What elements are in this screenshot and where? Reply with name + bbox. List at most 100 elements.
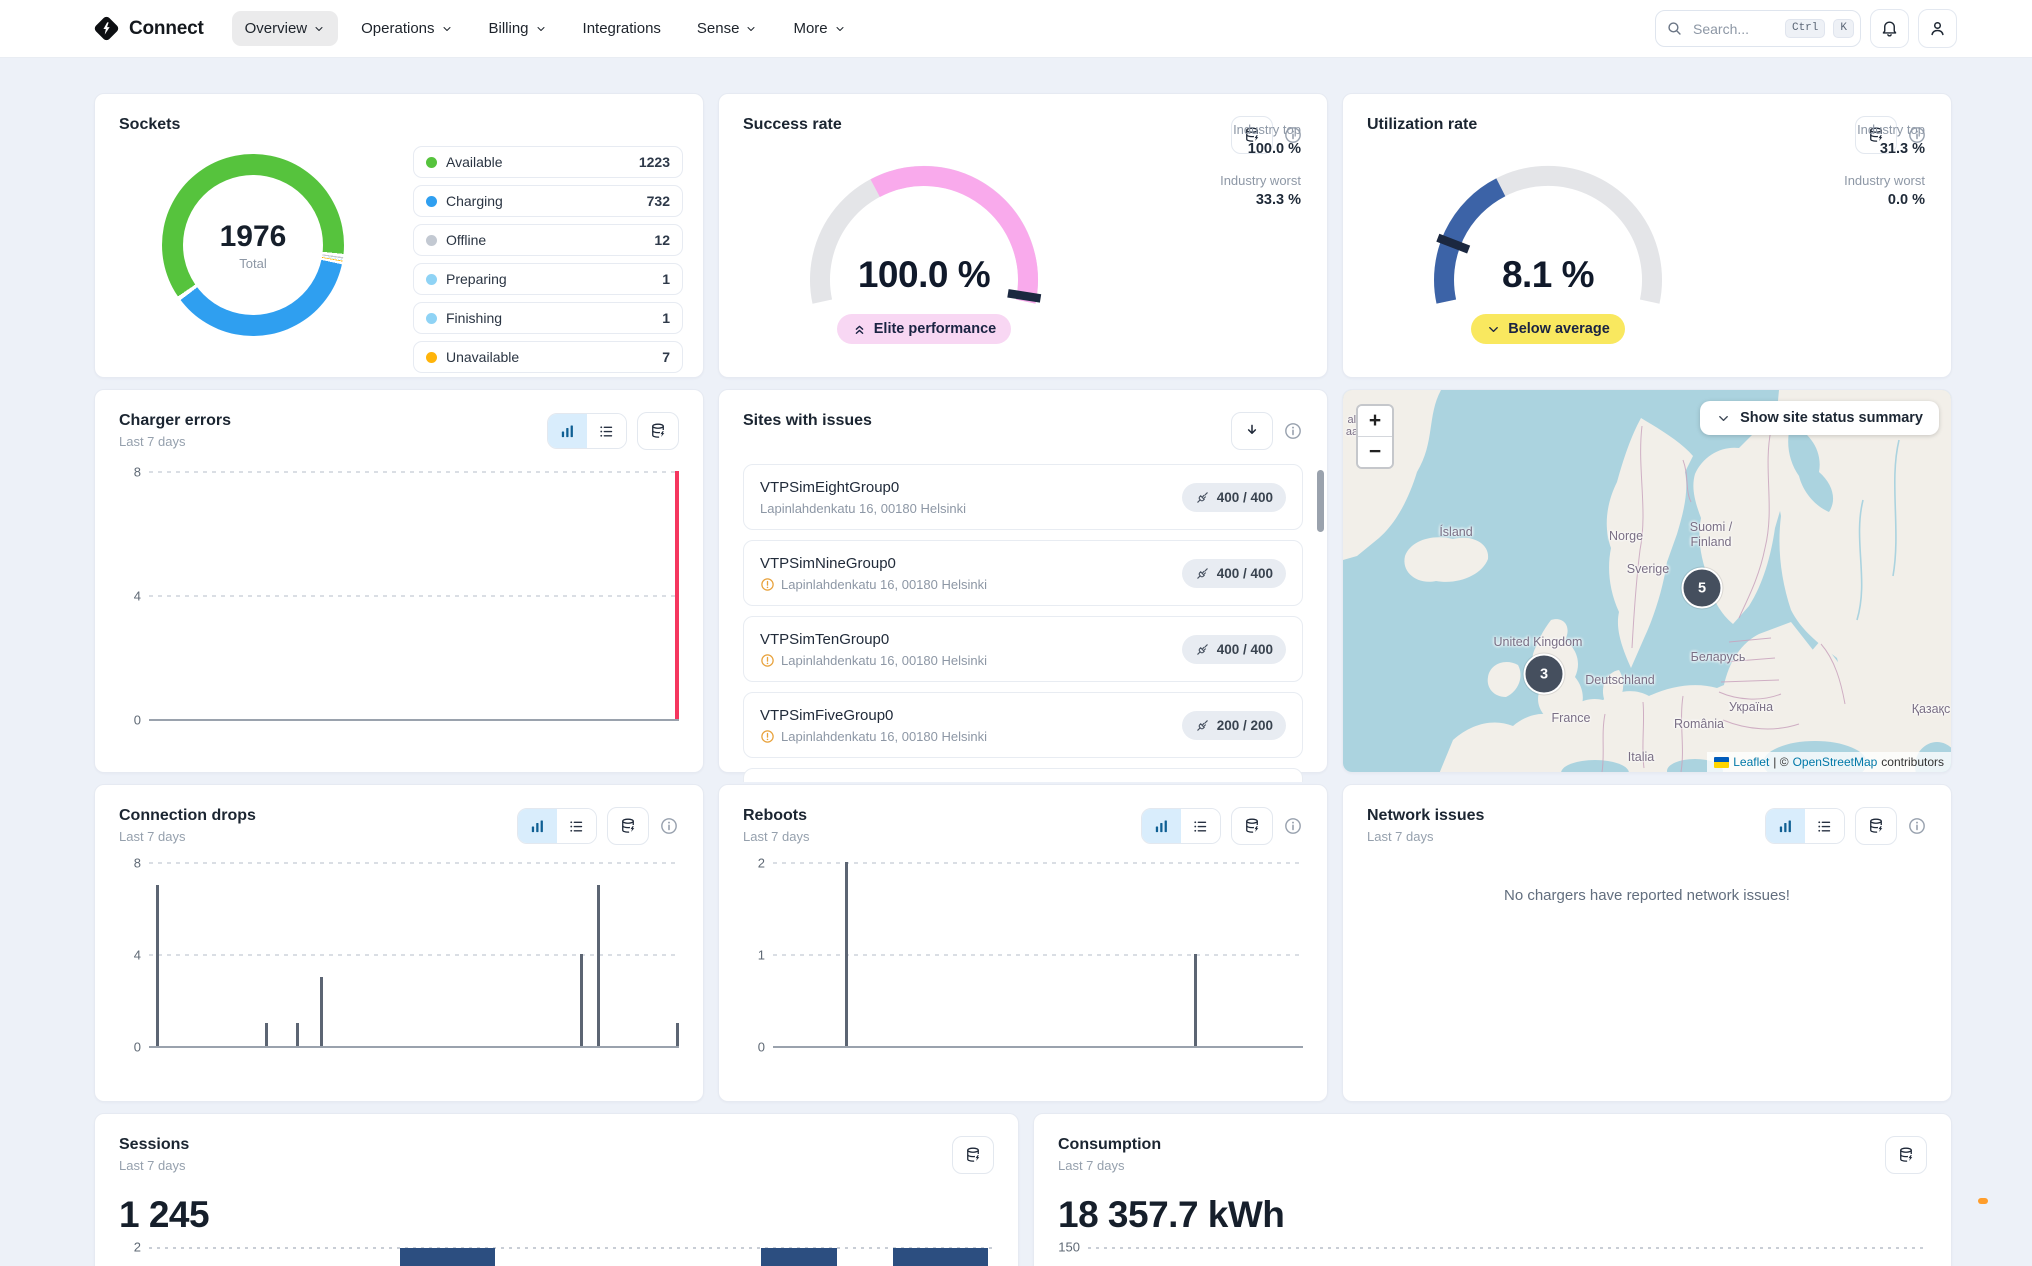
card-title: Reboots xyxy=(743,807,810,825)
zoom-out-button[interactable]: − xyxy=(1358,437,1392,467)
list-view-button[interactable] xyxy=(1805,809,1844,843)
industry-benchmarks: Industry top 100.0 % Industry worst 33.3… xyxy=(1220,122,1301,224)
bar[interactable] xyxy=(1194,954,1197,1046)
legend-label: Available xyxy=(446,154,503,170)
list-scrollbar[interactable] xyxy=(1317,470,1324,532)
map-country-label: United Kingdom xyxy=(1494,635,1583,649)
legend-item-charging[interactable]: Charging732 xyxy=(413,185,683,217)
status-dot xyxy=(426,352,437,363)
industry-top-label: Industry top xyxy=(1220,122,1301,137)
sites-map[interactable]: + − Show site status summary ÍslandNorge… xyxy=(1342,389,1952,773)
bar[interactable] xyxy=(893,1248,988,1266)
sites-with-issues-card: Sites with issues VTPSimEightGroup0Lapin… xyxy=(718,389,1328,773)
info-icon[interactable] xyxy=(1907,816,1927,836)
bar[interactable] xyxy=(676,1023,679,1046)
view-toggle xyxy=(1765,808,1845,844)
nav-item-more[interactable]: More xyxy=(780,11,858,46)
brand[interactable]: Connect xyxy=(93,15,204,42)
dashboard-page: Connect Overview Operations Billing Integra… xyxy=(0,0,2032,1266)
legend-label: Unavailable xyxy=(446,349,519,365)
list-view-button[interactable] xyxy=(1181,809,1220,843)
data-source-button[interactable] xyxy=(637,412,679,450)
bar[interactable] xyxy=(845,862,848,1046)
info-icon[interactable] xyxy=(1283,816,1303,836)
download-button[interactable] xyxy=(1231,412,1273,450)
card-title: Sites with issues xyxy=(743,412,872,430)
site-cluster-marker[interactable]: 3 xyxy=(1524,654,1565,695)
warning-icon xyxy=(760,653,775,668)
legend-item-unavailable[interactable]: Unavailable7 xyxy=(413,341,683,373)
legend-item-preparing[interactable]: Preparing1 xyxy=(413,263,683,295)
socket-count-badge: 400 / 400 xyxy=(1182,559,1286,588)
zoom-in-button[interactable]: + xyxy=(1358,406,1392,437)
bar[interactable] xyxy=(156,885,159,1046)
data-source-button[interactable] xyxy=(607,807,649,845)
list-view-button[interactable] xyxy=(587,414,626,448)
site-cluster-marker[interactable]: 5 xyxy=(1682,568,1723,609)
bar-chart-view-button[interactable] xyxy=(548,414,587,448)
chevron-down-icon xyxy=(1716,411,1731,426)
bar[interactable] xyxy=(296,1023,299,1046)
site-name: VTPSimTenGroup0 xyxy=(760,631,987,648)
site-row[interactable]: VTPSimEightGroup0Lapinlahdenkatu 16, 001… xyxy=(743,464,1303,530)
site-row[interactable]: VTPSimNineGroup0Lapinlahdenkatu 16, 0018… xyxy=(743,540,1303,606)
chevron-down-icon xyxy=(834,23,846,35)
map-country-label: Italia xyxy=(1628,750,1654,764)
plot-area xyxy=(149,863,679,1047)
bar[interactable] xyxy=(675,471,679,719)
openstreetmap-link[interactable]: OpenStreetMap xyxy=(1793,755,1878,769)
legend-item-offline[interactable]: Offline12 xyxy=(413,224,683,256)
nav-item-operations[interactable]: Operations xyxy=(348,11,465,46)
account-button[interactable] xyxy=(1918,9,1957,48)
bar[interactable] xyxy=(400,1248,495,1266)
y-axis-labels: 840 xyxy=(119,472,141,720)
charger-errors-chart[interactable]: 840 xyxy=(119,472,679,720)
data-source-button[interactable] xyxy=(1231,807,1273,845)
legend-item-finishing[interactable]: Finishing1 xyxy=(413,302,683,334)
bar[interactable] xyxy=(265,1023,268,1046)
bar[interactable] xyxy=(320,977,323,1046)
nav-item-overview[interactable]: Overview xyxy=(232,11,339,46)
search-input[interactable] xyxy=(1691,20,1777,38)
plug-disconnected-icon xyxy=(1195,490,1210,505)
data-source-button[interactable] xyxy=(952,1136,994,1174)
map-country-label: Ísland xyxy=(1439,525,1472,539)
sockets-donut-chart[interactable]: 1976 Total xyxy=(162,154,344,336)
search-box[interactable]: Ctrl K xyxy=(1655,10,1861,47)
info-icon xyxy=(1283,421,1303,441)
data-source-button[interactable] xyxy=(1855,807,1897,845)
plug-disconnected-icon xyxy=(1195,566,1210,581)
network-issues-card: Network issues Last 7 days No chargers h… xyxy=(1342,784,1952,1102)
site-row[interactable]: VTPSimTenGroup0Lapinlahdenkatu 16, 00180… xyxy=(743,616,1303,682)
y-axis-label: 2 xyxy=(119,1240,141,1255)
sockets-total-label: Total xyxy=(239,256,266,271)
bar[interactable] xyxy=(597,885,600,1046)
legend-item-available[interactable]: Available 1223 xyxy=(413,146,683,178)
site-row[interactable]: VTPSimFiveGroup0Lapinlahdenkatu 16, 0018… xyxy=(743,692,1303,758)
bar-chart-view-button[interactable] xyxy=(1766,809,1805,843)
notifications-button[interactable] xyxy=(1870,9,1909,48)
site-status-summary-button[interactable]: Show site status summary xyxy=(1700,401,1939,435)
info-icon[interactable] xyxy=(1283,421,1303,441)
card-subtitle: Last 7 days xyxy=(119,1158,189,1173)
leaflet-link[interactable]: Leaflet xyxy=(1733,755,1769,769)
bar[interactable] xyxy=(761,1248,837,1266)
bar[interactable] xyxy=(580,954,583,1046)
nav-item-billing[interactable]: Billing xyxy=(476,11,560,46)
bar-chart-view-button[interactable] xyxy=(518,809,557,843)
info-icon[interactable] xyxy=(659,816,679,836)
site-row-partial[interactable] xyxy=(743,768,1303,782)
nav-item-sense[interactable]: Sense xyxy=(684,11,771,46)
consumption-chart[interactable]: 150 xyxy=(1058,1248,1927,1266)
bar-chart-view-button[interactable] xyxy=(1142,809,1181,843)
nav-item-integrations[interactable]: Integrations xyxy=(570,11,674,46)
connection-drops-chart[interactable]: 840 xyxy=(119,863,679,1047)
list-view-button[interactable] xyxy=(557,809,596,843)
industry-top-value: 31.3 % xyxy=(1844,141,1925,157)
data-source-button[interactable] xyxy=(1885,1136,1927,1174)
sessions-chart[interactable]: 2 xyxy=(119,1248,994,1266)
reboots-chart[interactable]: 210 xyxy=(743,863,1303,1047)
legend-value: 1223 xyxy=(639,154,670,170)
status-dot xyxy=(426,313,437,324)
site-address: Lapinlahdenkatu 16, 00180 Helsinki xyxy=(781,577,987,592)
